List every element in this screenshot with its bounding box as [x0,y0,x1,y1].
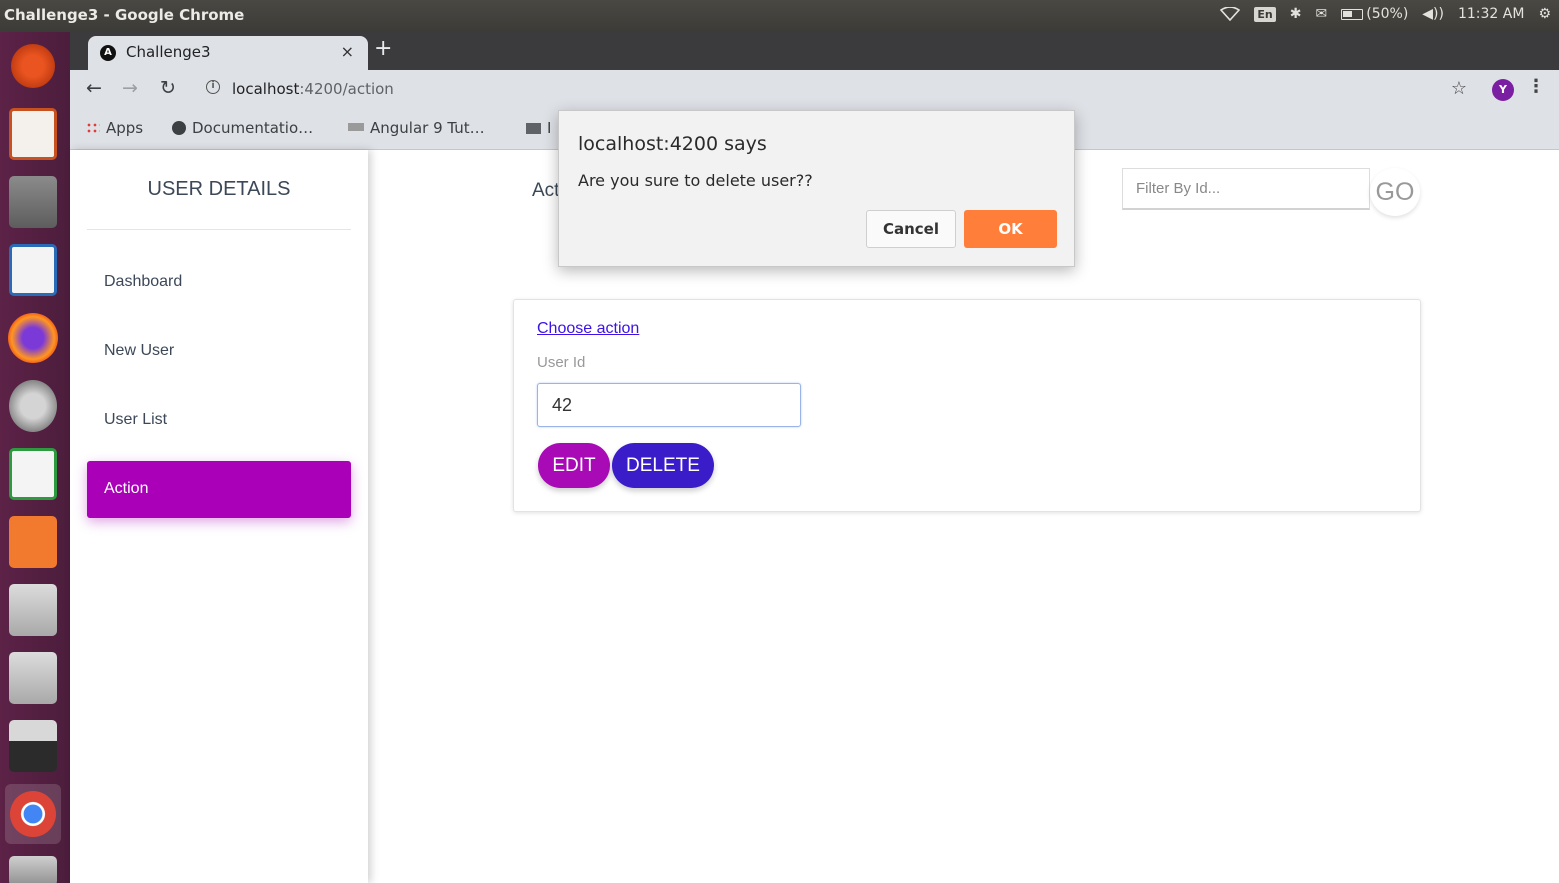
sidebar-item-label: User List [104,411,168,428]
edit-button[interactable]: EDIT [538,443,610,488]
dialog-title: localhost:4200 says [578,133,767,155]
new-tab-button[interactable]: + [374,36,392,61]
firefox-icon[interactable] [5,308,61,368]
bookmark-label: I [547,119,552,137]
sidebar-item-action[interactable]: Action [87,461,351,518]
browser-toolbar: ← → ↻ i localhost:4200/action ☆ Y ⋮ [70,70,1559,108]
clock[interactable]: 11:32 AM [1458,6,1524,22]
bookmark-apps[interactable]: Apps [86,119,143,137]
dialog-message: Are you sure to delete user?? [578,171,813,190]
wifi-icon[interactable] [1220,7,1241,21]
trash-icon[interactable] [5,852,61,883]
writer-icon[interactable] [5,240,61,300]
bookmark-label: Documentatio… [192,119,314,137]
back-arrow-icon[interactable]: ← [86,77,102,99]
folder-icon [526,123,541,134]
page-title: Act [532,180,560,201]
angular-tutorial-favicon-icon [348,123,364,131]
ubuntu-dash-icon[interactable] [5,36,61,96]
sidebar-divider [87,229,351,230]
choose-action-link[interactable]: Choose action [537,320,639,338]
user-id-label: User Id [537,354,586,371]
sidebar-brand[interactable]: USER DETAILS [70,178,368,201]
url-host: localhost [232,80,300,98]
filter-by-id-input[interactable] [1122,168,1370,210]
url-text[interactable]: localhost:4200/action [232,80,394,98]
window-title: Challenge3 - Google Chrome [4,6,245,24]
profile-avatar[interactable]: Y [1492,79,1514,101]
bookmark-angular-tutorial[interactable]: Angular 9 Tut… [348,119,485,137]
bookmark-folder[interactable]: I [526,119,551,137]
sidebar-item-label: Action [104,480,149,497]
volume-icon[interactable]: ◀)) [1422,6,1444,22]
power-gear-icon[interactable]: ⚙ [1538,6,1551,22]
sidebar-item-label: New User [104,342,175,359]
impress-icon[interactable] [5,104,61,164]
disk-drive-icon[interactable] [5,648,61,708]
bluetooth-icon[interactable]: ✱ [1290,6,1302,22]
disk-drive-icon[interactable] [5,580,61,640]
delete-button[interactable]: DELETE [612,443,714,488]
cancel-button[interactable]: Cancel [866,210,956,248]
ubuntu-software-icon[interactable] [5,512,61,572]
battery-percent: (50%) [1366,6,1409,22]
chrome-icon[interactable] [5,784,61,844]
keyboard-layout-indicator[interactable]: En [1254,6,1276,22]
action-card: Choose action User Id EDIT DELETE [513,299,1421,512]
system-tray: En ✱ ✉ (50%) ◀)) 11:32 AM ⚙ [1220,6,1551,22]
tab-challenge3[interactable]: A Challenge3 × [88,36,368,70]
calc-icon[interactable] [5,444,61,504]
apps-grid-icon [86,122,100,134]
battery-indicator[interactable]: (50%) [1341,6,1408,22]
url-path: :4200/action [299,80,394,98]
system-settings-icon[interactable] [5,376,61,436]
bookmark-star-icon[interactable]: ☆ [1451,78,1467,99]
user-id-input[interactable] [537,383,801,427]
launcher [0,32,70,883]
sidebar-item-label: Dashboard [104,273,183,290]
mail-icon[interactable]: ✉ [1316,6,1328,22]
tab-title: Challenge3 [126,43,211,61]
bookmark-label: Apps [106,119,144,137]
site-info-icon[interactable]: i [206,80,220,94]
bookmark-documentation[interactable]: Documentatio… [172,119,313,137]
battery-icon [1341,8,1364,20]
tab-close-icon[interactable]: × [341,42,354,61]
os-top-bar: Challenge3 - Google Chrome En ✱ ✉ (50%) … [0,0,1559,32]
sidebar-item-new-user[interactable]: New User [87,323,351,380]
confirm-dialog: localhost:4200 says Are you sure to dele… [558,110,1075,267]
ok-button[interactable]: OK [964,210,1057,248]
terminal-icon[interactable] [5,716,61,776]
sidebar-item-user-list[interactable]: User List [87,392,351,449]
go-button[interactable]: GO [1370,168,1420,216]
bookmark-label: Angular 9 Tut… [370,119,485,137]
sidebar: USER DETAILS Dashboard New User User Lis… [70,150,368,883]
angular-favicon-icon: A [100,45,116,61]
sidebar-item-dashboard[interactable]: Dashboard [87,254,351,311]
tab-strip: A Challenge3 × + [70,32,1559,70]
kebab-menu-icon[interactable]: ⋮ [1527,76,1545,97]
forward-arrow-icon[interactable]: → [122,77,138,99]
globe-icon [172,121,186,135]
files-icon[interactable] [5,172,61,232]
reload-icon[interactable]: ↻ [160,77,176,99]
address-bar[interactable]: i localhost:4200/action [200,75,1430,103]
